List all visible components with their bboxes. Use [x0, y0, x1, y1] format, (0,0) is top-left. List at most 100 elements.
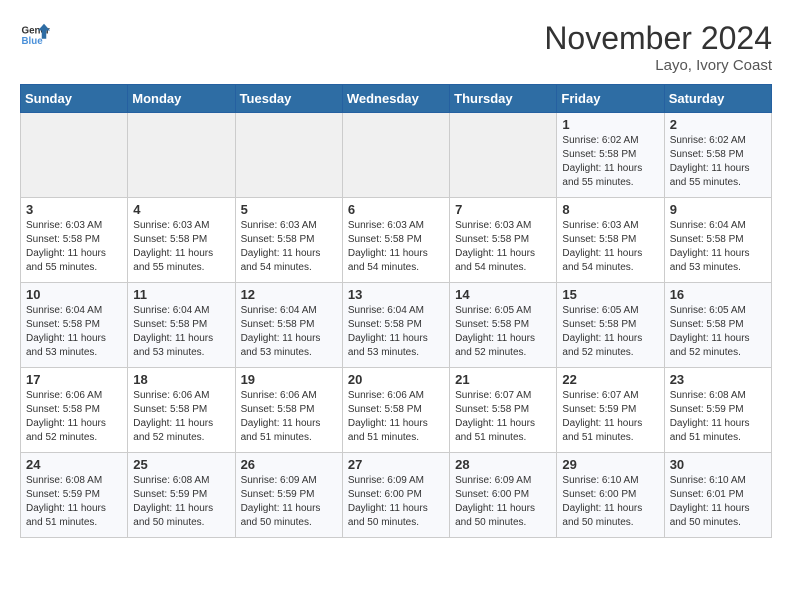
day-number: 8 — [562, 202, 658, 217]
day-number: 30 — [670, 457, 766, 472]
day-number: 19 — [241, 372, 337, 387]
day-number: 25 — [133, 457, 229, 472]
calendar-cell: 24 Sunrise: 6:08 AM Sunset: 5:59 PM Dayli… — [21, 453, 128, 538]
calendar-cell: 18 Sunrise: 6:06 AM Sunset: 5:58 PM Dayli… — [128, 368, 235, 453]
calendar-cell: 11 Sunrise: 6:04 AM Sunset: 5:58 PM Dayli… — [128, 283, 235, 368]
calendar-cell: 30 Sunrise: 6:10 AM Sunset: 6:01 PM Dayli… — [664, 453, 771, 538]
day-info: Sunrise: 6:09 AM Sunset: 5:59 PM Dayligh… — [241, 474, 337, 530]
day-of-week-header: Monday — [128, 85, 235, 113]
calendar-cell: 23 Sunrise: 6:08 AM Sunset: 5:59 PM Dayli… — [664, 368, 771, 453]
calendar-cell — [128, 113, 235, 198]
calendar-cell: 4 Sunrise: 6:03 AM Sunset: 5:58 PM Daylig… — [128, 198, 235, 283]
day-info: Sunrise: 6:08 AM Sunset: 5:59 PM Dayligh… — [670, 389, 766, 445]
day-info: Sunrise: 6:08 AM Sunset: 5:59 PM Dayligh… — [133, 474, 229, 530]
day-number: 4 — [133, 202, 229, 217]
calendar-cell: 21 Sunrise: 6:07 AM Sunset: 5:58 PM Dayli… — [450, 368, 557, 453]
day-number: 3 — [26, 202, 122, 217]
title-block: November 2024 Layo, Ivory Coast — [544, 20, 772, 74]
day-number: 16 — [670, 287, 766, 302]
day-number: 24 — [26, 457, 122, 472]
day-number: 12 — [241, 287, 337, 302]
logo: General Blue — [20, 20, 50, 50]
page: General Blue November 2024 Layo, Ivory C… — [0, 0, 792, 548]
calendar-cell: 13 Sunrise: 6:04 AM Sunset: 5:58 PM Dayli… — [342, 283, 449, 368]
day-info: Sunrise: 6:03 AM Sunset: 5:58 PM Dayligh… — [455, 219, 551, 275]
logo-icon: General Blue — [20, 20, 50, 50]
day-info: Sunrise: 6:05 AM Sunset: 5:58 PM Dayligh… — [670, 304, 766, 360]
day-info: Sunrise: 6:03 AM Sunset: 5:58 PM Dayligh… — [348, 219, 444, 275]
day-number: 23 — [670, 372, 766, 387]
day-info: Sunrise: 6:04 AM Sunset: 5:58 PM Dayligh… — [241, 304, 337, 360]
calendar-week-row: 10 Sunrise: 6:04 AM Sunset: 5:58 PM Dayli… — [21, 283, 772, 368]
day-info: Sunrise: 6:05 AM Sunset: 5:58 PM Dayligh… — [562, 304, 658, 360]
day-info: Sunrise: 6:07 AM Sunset: 5:58 PM Dayligh… — [455, 389, 551, 445]
day-number: 21 — [455, 372, 551, 387]
day-of-week-header: Friday — [557, 85, 664, 113]
day-number: 6 — [348, 202, 444, 217]
calendar-table: SundayMondayTuesdayWednesdayThursdayFrid… — [20, 84, 772, 538]
svg-text:Blue: Blue — [22, 36, 44, 47]
day-number: 26 — [241, 457, 337, 472]
day-of-week-header: Wednesday — [342, 85, 449, 113]
day-number: 14 — [455, 287, 551, 302]
calendar-cell: 17Sunrise: 6:06 AM Sunset: 5:58 PM Dayli… — [21, 368, 128, 453]
location: Layo, Ivory Coast — [544, 57, 772, 74]
day-info: Sunrise: 6:02 AM Sunset: 5:58 PM Dayligh… — [670, 134, 766, 190]
calendar-cell — [342, 113, 449, 198]
calendar-cell: 9 Sunrise: 6:04 AM Sunset: 5:58 PM Daylig… — [664, 198, 771, 283]
day-number: 10 — [26, 287, 122, 302]
calendar-cell: 14 Sunrise: 6:05 AM Sunset: 5:58 PM Dayli… — [450, 283, 557, 368]
day-number: 2 — [670, 117, 766, 132]
day-number: 5 — [241, 202, 337, 217]
day-number: 1 — [562, 117, 658, 132]
day-of-week-header: Sunday — [21, 85, 128, 113]
calendar-cell: 19 Sunrise: 6:06 AM Sunset: 5:58 PM Dayli… — [235, 368, 342, 453]
day-info: Sunrise: 6:09 AM Sunset: 6:00 PM Dayligh… — [348, 474, 444, 530]
day-number: 27 — [348, 457, 444, 472]
calendar-cell: 6 Sunrise: 6:03 AM Sunset: 5:58 PM Daylig… — [342, 198, 449, 283]
day-info: Sunrise: 6:05 AM Sunset: 5:58 PM Dayligh… — [455, 304, 551, 360]
day-info: Sunrise: 6:10 AM Sunset: 6:00 PM Dayligh… — [562, 474, 658, 530]
day-info: Sunrise: 6:04 AM Sunset: 5:58 PM Dayligh… — [348, 304, 444, 360]
month-title: November 2024 — [544, 20, 772, 57]
day-info: Sunrise: 6:03 AM Sunset: 5:58 PM Dayligh… — [241, 219, 337, 275]
calendar-cell: 1 Sunrise: 6:02 AM Sunset: 5:58 PM Daylig… — [557, 113, 664, 198]
calendar-cell: 3Sunrise: 6:03 AM Sunset: 5:58 PM Daylig… — [21, 198, 128, 283]
day-info: Sunrise: 6:04 AM Sunset: 5:58 PM Dayligh… — [133, 304, 229, 360]
calendar-cell: 26 Sunrise: 6:09 AM Sunset: 5:59 PM Dayli… — [235, 453, 342, 538]
day-info: Sunrise: 6:04 AM Sunset: 5:58 PM Dayligh… — [670, 219, 766, 275]
day-info: Sunrise: 6:03 AM Sunset: 5:58 PM Dayligh… — [133, 219, 229, 275]
day-info: Sunrise: 6:06 AM Sunset: 5:58 PM Dayligh… — [133, 389, 229, 445]
day-number: 20 — [348, 372, 444, 387]
day-number: 11 — [133, 287, 229, 302]
calendar-cell: 25 Sunrise: 6:08 AM Sunset: 5:59 PM Dayli… — [128, 453, 235, 538]
calendar-cell: 29Sunrise: 6:10 AM Sunset: 6:00 PM Dayli… — [557, 453, 664, 538]
day-info: Sunrise: 6:08 AM Sunset: 5:59 PM Dayligh… — [26, 474, 122, 530]
calendar-cell: 16 Sunrise: 6:05 AM Sunset: 5:58 PM Dayli… — [664, 283, 771, 368]
day-number: 18 — [133, 372, 229, 387]
day-number: 15 — [562, 287, 658, 302]
calendar-cell: 22Sunrise: 6:07 AM Sunset: 5:59 PM Dayli… — [557, 368, 664, 453]
day-number: 22 — [562, 372, 658, 387]
day-info: Sunrise: 6:03 AM Sunset: 5:58 PM Dayligh… — [562, 219, 658, 275]
calendar-header-row: SundayMondayTuesdayWednesdayThursdayFrid… — [21, 85, 772, 113]
day-number: 13 — [348, 287, 444, 302]
calendar-cell: 8 Sunrise: 6:03 AM Sunset: 5:58 PM Daylig… — [557, 198, 664, 283]
day-info: Sunrise: 6:06 AM Sunset: 5:58 PM Dayligh… — [241, 389, 337, 445]
day-info: Sunrise: 6:09 AM Sunset: 6:00 PM Dayligh… — [455, 474, 551, 530]
day-number: 17 — [26, 372, 122, 387]
day-number: 28 — [455, 457, 551, 472]
calendar-cell — [235, 113, 342, 198]
calendar-cell — [450, 113, 557, 198]
day-of-week-header: Saturday — [664, 85, 771, 113]
day-info: Sunrise: 6:10 AM Sunset: 6:01 PM Dayligh… — [670, 474, 766, 530]
day-info: Sunrise: 6:02 AM Sunset: 5:58 PM Dayligh… — [562, 134, 658, 190]
calendar-cell: 12 Sunrise: 6:04 AM Sunset: 5:58 PM Dayli… — [235, 283, 342, 368]
calendar-cell — [21, 113, 128, 198]
calendar-cell: 5 Sunrise: 6:03 AM Sunset: 5:58 PM Daylig… — [235, 198, 342, 283]
header: General Blue November 2024 Layo, Ivory C… — [20, 20, 772, 74]
day-number: 9 — [670, 202, 766, 217]
calendar-cell: 15 Sunrise: 6:05 AM Sunset: 5:58 PM Dayli… — [557, 283, 664, 368]
calendar-week-row: 24 Sunrise: 6:08 AM Sunset: 5:59 PM Dayli… — [21, 453, 772, 538]
day-of-week-header: Thursday — [450, 85, 557, 113]
